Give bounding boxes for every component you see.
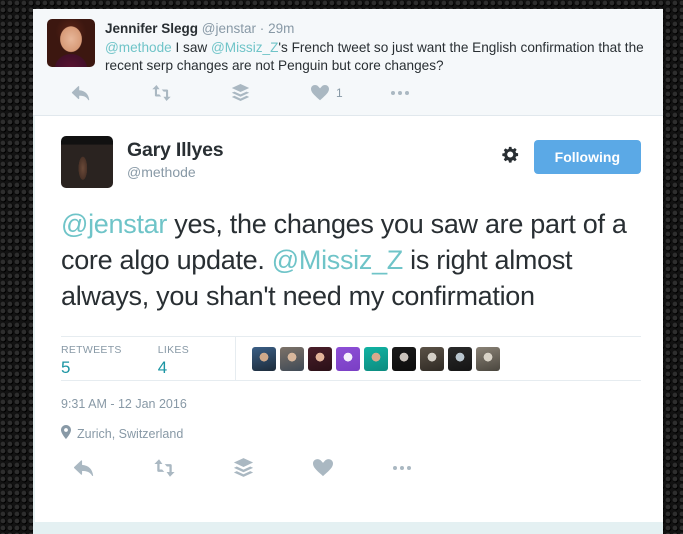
mention-missiz-z[interactable]: @Missiz_Z <box>211 40 278 55</box>
parent-handle[interactable]: @jenstar <box>202 21 256 36</box>
buffer-icon <box>233 458 254 477</box>
parent-tweet-text: @methode I saw @Missiz_Z's French tweet … <box>105 39 649 74</box>
facepile-avatar-3[interactable] <box>308 346 333 371</box>
main-tweet-text: @jenstar yes, the changes you saw are pa… <box>61 206 641 314</box>
facepile-avatar-7[interactable] <box>420 346 445 371</box>
screenshot-root: Jennifer Slegg @jenstar · 29m @methode I… <box>0 0 683 534</box>
facepile-avatar-5[interactable] <box>364 346 389 371</box>
main-tweet: Gary Illyes @methode Following @jenstar … <box>33 116 663 477</box>
gear-icon[interactable] <box>501 145 520 169</box>
retweet-icon <box>153 458 176 477</box>
tweet-location-text: Zurich, Switzerland <box>77 426 184 441</box>
mention-jenstar[interactable]: @jenstar <box>61 209 167 239</box>
more-icon <box>391 90 409 95</box>
main-tweet-header-actions: Following <box>501 136 641 174</box>
parent-tweet-body: Jennifer Slegg @jenstar · 29m @methode I… <box>47 19 649 74</box>
facepile-avatar-4[interactable] <box>336 346 361 371</box>
main-display-name[interactable]: Gary Illyes <box>127 139 501 162</box>
facepile-avatar-1[interactable] <box>252 346 277 371</box>
buffer-icon <box>231 84 250 101</box>
engagement-stats: RETWEETS 5 LIKES 4 <box>61 336 641 381</box>
parent-timestamp[interactable]: 29m <box>268 21 294 36</box>
mention-missiz-z-main[interactable]: @Missiz_Z <box>272 245 404 275</box>
likes-label: LIKES <box>157 344 190 356</box>
retweets-label: RETWEETS <box>61 344 122 356</box>
main-tweet-header: Gary Illyes @methode Following <box>61 136 641 188</box>
like-icon <box>311 84 329 101</box>
main-like-button[interactable] <box>313 458 393 477</box>
facepile <box>235 337 641 380</box>
retweets-value: 5 <box>61 358 71 377</box>
parent-buffer-button[interactable] <box>231 84 311 101</box>
parent-separator: · <box>259 21 265 36</box>
facepile-avatar-9[interactable] <box>476 346 501 371</box>
main-tweet-names: Gary Illyes @methode <box>127 136 501 182</box>
parent-reply-button[interactable] <box>71 85 151 101</box>
page-bottom-strip <box>33 522 663 534</box>
likes-stat[interactable]: LIKES 4 <box>158 337 189 380</box>
parent-action-bar: 1 <box>47 74 649 101</box>
facepile-avatar-6[interactable] <box>392 346 417 371</box>
facepile-avatar-2[interactable] <box>280 346 305 371</box>
parent-more-button[interactable] <box>391 90 471 95</box>
tweet-card: Jennifer Slegg @jenstar · 29m @methode I… <box>33 9 663 522</box>
tweet-timestamp[interactable]: 9:31 AM - 12 Jan 2016 <box>61 397 641 411</box>
following-button[interactable]: Following <box>533 140 641 174</box>
location-pin-icon <box>61 425 77 442</box>
retweet-icon <box>151 84 172 101</box>
reply-icon <box>73 459 94 477</box>
parent-like-count: 1 <box>336 85 343 100</box>
gary-illyes-avatar[interactable] <box>61 136 113 188</box>
main-action-bar <box>61 442 641 477</box>
main-buffer-button[interactable] <box>233 458 313 477</box>
parent-display-name[interactable]: Jennifer Slegg <box>105 21 198 36</box>
parent-like-button[interactable]: 1 <box>311 84 391 101</box>
parent-retweet-button[interactable] <box>151 84 231 101</box>
main-more-button[interactable] <box>393 465 473 470</box>
parent-text-segment-1: I saw <box>171 40 211 55</box>
retweets-stat[interactable]: RETWEETS 5 <box>61 337 122 380</box>
reply-icon <box>71 85 90 101</box>
main-handle[interactable]: @methode <box>127 163 501 182</box>
likes-value: 4 <box>157 358 168 377</box>
jennifer-slegg-avatar[interactable] <box>47 19 95 67</box>
like-icon <box>313 458 333 477</box>
main-retweet-button[interactable] <box>153 458 233 477</box>
parent-tweet[interactable]: Jennifer Slegg @jenstar · 29m @methode I… <box>33 9 663 116</box>
more-icon <box>393 465 411 470</box>
parent-tweet-header: Jennifer Slegg @jenstar · 29m <box>105 20 649 37</box>
mention-methode[interactable]: @methode <box>105 40 172 55</box>
main-reply-button[interactable] <box>73 459 153 477</box>
parent-tweet-text-block: Jennifer Slegg @jenstar · 29m @methode I… <box>105 19 649 74</box>
tweet-location[interactable]: Zurich, Switzerland <box>61 425 641 442</box>
facepile-avatar-8[interactable] <box>448 346 473 371</box>
